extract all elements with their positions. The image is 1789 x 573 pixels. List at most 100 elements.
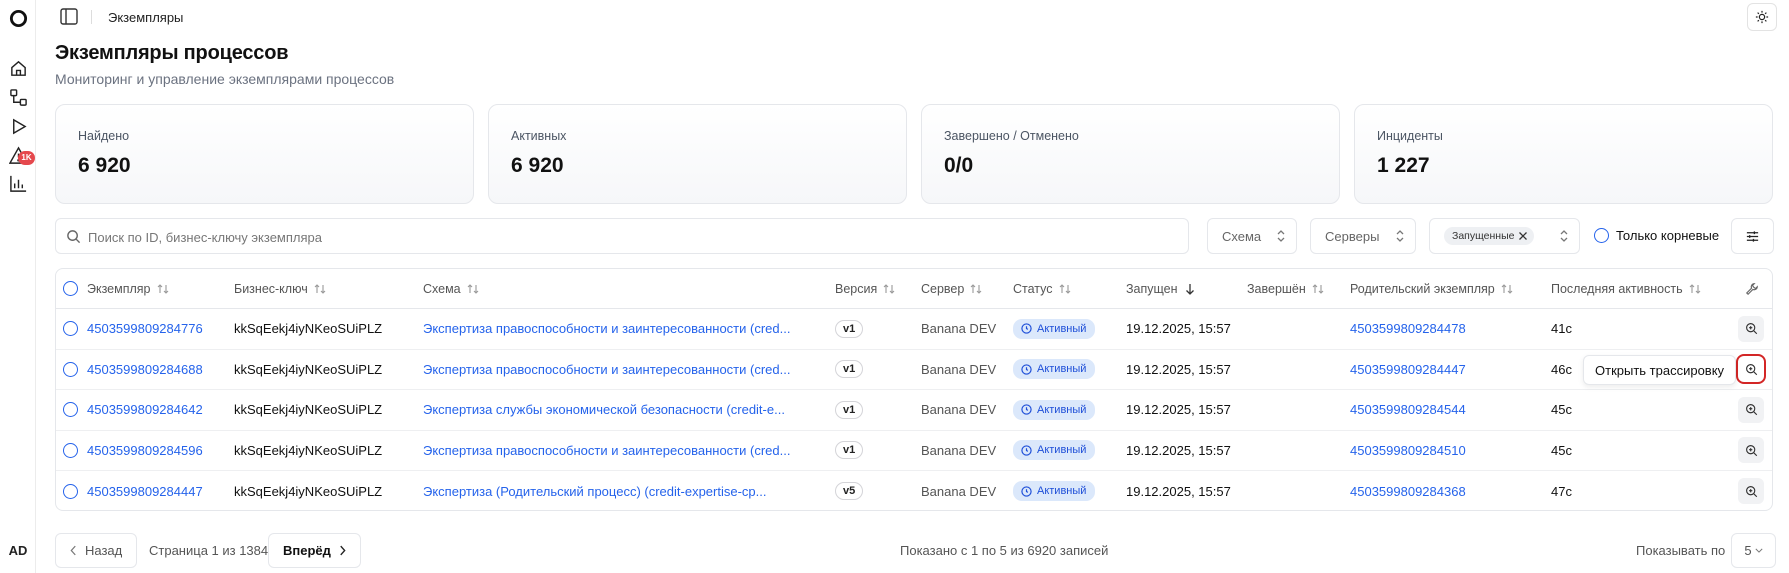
server-name-cell: Banana DEV: [921, 471, 996, 510]
row-checkbox[interactable]: [63, 471, 78, 510]
root-only-toggle[interactable]: Только корневые: [1594, 228, 1719, 243]
home-icon[interactable]: [8, 58, 28, 78]
status-label: Активный: [1037, 444, 1087, 457]
action-cell: [1738, 471, 1764, 510]
chevron-down-icon: [1755, 548, 1763, 553]
col-business-key[interactable]: Бизнес-ключ: [234, 269, 326, 308]
scheme-link[interactable]: Экспертиза службы экономической безопасн…: [423, 402, 785, 417]
filter-settings-button[interactable]: [1731, 218, 1774, 254]
parent-instance-link[interactable]: 4503599809284510: [1350, 443, 1466, 458]
scheme-link[interactable]: Экспертиза правоспособности и заинтересо…: [423, 321, 790, 336]
started-at-cell: 19.12.2025, 15:57: [1126, 471, 1231, 510]
chevron-right-icon: [340, 545, 346, 556]
parent-instance-link[interactable]: 4503599809284544: [1350, 402, 1466, 417]
row-checkbox[interactable]: [63, 431, 78, 471]
per-page-select[interactable]: 5: [1731, 533, 1776, 568]
root-only-checkbox[interactable]: [1594, 228, 1609, 243]
scheme-select[interactable]: Схема: [1207, 218, 1297, 254]
search-input[interactable]: [88, 225, 1178, 249]
col-last-activity[interactable]: Последняя активность: [1551, 269, 1701, 308]
open-trace-button[interactable]: [1738, 478, 1764, 505]
sort-icon: [467, 283, 479, 294]
clock-icon: [1021, 486, 1032, 497]
col-scheme[interactable]: Схема: [423, 269, 479, 308]
instance-id-link[interactable]: 4503599809284688: [87, 362, 203, 377]
stats-cards: Найдено 6 920 Активных 6 920 Завершено /…: [55, 104, 1773, 204]
status-label: Активный: [1037, 363, 1087, 376]
scheme-link[interactable]: Экспертиза правоспособности и заинтересо…: [423, 362, 790, 377]
open-trace-button[interactable]: [1738, 437, 1764, 464]
search-icon: [66, 229, 81, 244]
instance-id-link[interactable]: 4503599809284776: [87, 321, 203, 336]
started-at-cell: 19.12.2025, 15:57: [1126, 431, 1231, 471]
instance-id-link[interactable]: 4503599809284596: [87, 443, 203, 458]
server-name-cell: Banana DEV: [921, 309, 996, 349]
table-row[interactable]: 4503599809284776 kkSqEekj4iyNKeoSUiPLZ Экс…: [56, 309, 1772, 350]
version-badge: v1: [835, 360, 864, 379]
servers-select[interactable]: Серверы: [1310, 218, 1416, 254]
sidebar-toggle-icon[interactable]: [60, 8, 78, 25]
circle-logo-icon[interactable]: [8, 8, 28, 28]
last-activity-cell: 46с: [1551, 350, 1572, 390]
last-activity-cell: 45с: [1551, 390, 1572, 430]
wrench-icon[interactable]: [1745, 269, 1759, 308]
table-row[interactable]: 4503599809284642 kkSqEekj4iyNKeoSUiPLZ Экс…: [56, 390, 1772, 431]
status-badge: Активный: [1013, 318, 1096, 339]
parent-instance-link[interactable]: 4503599809284368: [1350, 484, 1466, 499]
status-cell: Активный: [1013, 431, 1096, 471]
per-page-value: 5: [1744, 543, 1752, 558]
stat-completed-cancelled: Завершено / Отменено 0/0: [921, 104, 1340, 204]
stat-label: Активных: [511, 129, 567, 143]
instance-id-link-cell: 4503599809284776: [87, 309, 203, 349]
table-header: Экземпляр Бизнес-ключ Схема Версия Серве…: [56, 269, 1772, 309]
col-finished[interactable]: Завершён: [1247, 269, 1324, 308]
scheme-link[interactable]: Экспертиза правоспособности и заинтересо…: [423, 443, 790, 458]
sort-icon: [1689, 283, 1701, 294]
col-version[interactable]: Версия: [835, 269, 895, 308]
breadcrumb[interactable]: Экземпляры: [108, 10, 183, 25]
avatar[interactable]: AD: [4, 538, 32, 562]
status-select[interactable]: Запущенные: [1429, 218, 1580, 254]
business-key: kkSqEekj4iyNKeoSUiPLZ: [234, 321, 383, 337]
chart-icon[interactable]: [8, 173, 28, 193]
schemes-icon[interactable]: [8, 87, 28, 107]
row-checkbox[interactable]: [63, 390, 78, 430]
row-checkbox[interactable]: [63, 309, 78, 349]
col-status[interactable]: Статус: [1013, 269, 1071, 308]
close-icon[interactable]: [1518, 231, 1528, 241]
row-checkbox[interactable]: [63, 350, 78, 390]
parent-instance-link[interactable]: 4503599809284447: [1350, 362, 1466, 377]
instance-id-link[interactable]: 4503599809284447: [87, 484, 203, 499]
sun-icon[interactable]: [1747, 3, 1777, 31]
table-row[interactable]: 4503599809284447 kkSqEekj4iyNKeoSUiPLZ Экс…: [56, 471, 1772, 510]
parent-instance-link-cell: 4503599809284478: [1350, 309, 1466, 349]
servers-select-label: Серверы: [1325, 228, 1380, 244]
col-server[interactable]: Сервер: [921, 269, 982, 308]
last-activity-cell: 45с: [1551, 431, 1572, 471]
open-trace-button[interactable]: [1738, 315, 1764, 342]
scheme-link[interactable]: Экспертиза (Родительский процесс) (credi…: [423, 484, 766, 499]
business-key: kkSqEekj4iyNKeoSUiPLZ: [234, 442, 383, 458]
col-started[interactable]: Запущен: [1126, 269, 1196, 308]
parent-instance-link[interactable]: 4503599809284478: [1350, 321, 1466, 336]
started-at: 19.12.2025, 15:57: [1126, 483, 1231, 499]
col-label: Статус: [1013, 281, 1053, 296]
open-trace-button[interactable]: [1736, 354, 1766, 385]
started-at: 19.12.2025, 15:57: [1126, 402, 1231, 418]
left-rail: 1K AD: [0, 0, 36, 573]
instance-id-link-cell: 4503599809284642: [87, 390, 203, 430]
open-trace-button[interactable]: [1738, 396, 1764, 423]
next-page-button[interactable]: Вперёд: [268, 533, 361, 568]
divider: [91, 10, 92, 24]
table-row[interactable]: 4503599809284596 kkSqEekj4iyNKeoSUiPLZ Экс…: [56, 431, 1772, 471]
select-all-checkbox[interactable]: [63, 269, 78, 308]
instance-id-link[interactable]: 4503599809284642: [87, 402, 203, 417]
col-instance[interactable]: Экземпляр: [87, 269, 169, 308]
table-row[interactable]: 4503599809284688 kkSqEekj4iyNKeoSUiPLZ Экс…: [56, 350, 1772, 390]
action-cell: [1738, 309, 1764, 349]
last-activity: 45с: [1551, 442, 1572, 458]
search-box: [55, 218, 1189, 254]
col-parent[interactable]: Родительский экземпляр: [1350, 269, 1513, 308]
play-icon[interactable]: [8, 116, 28, 136]
prev-page-button[interactable]: Назад: [55, 533, 138, 568]
